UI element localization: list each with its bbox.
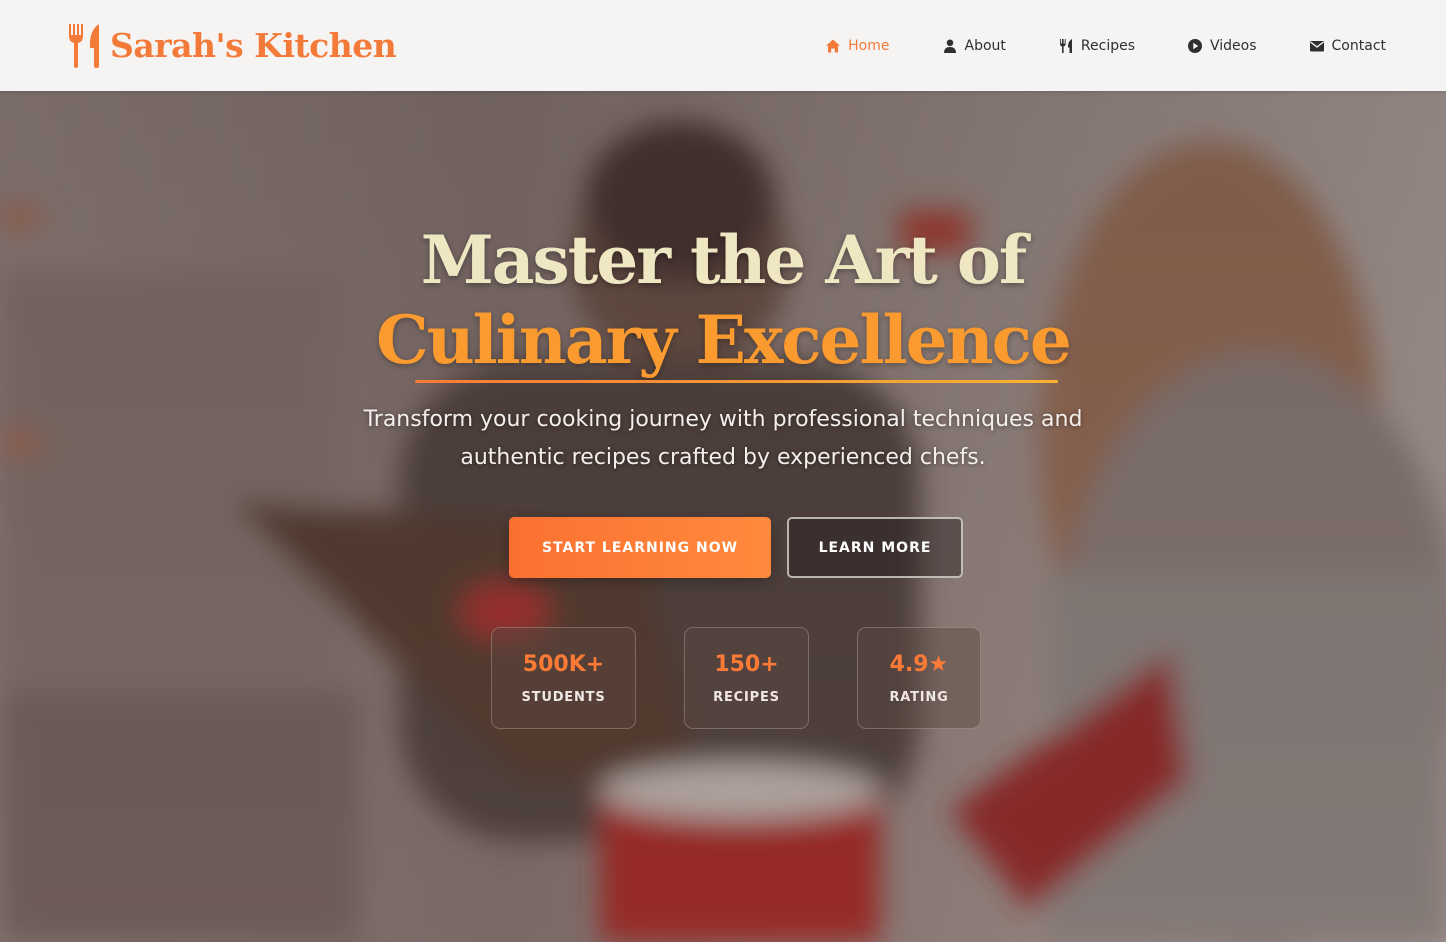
stat-card-rating: 4.9★ RATING	[857, 627, 981, 729]
nav-label-videos: Videos	[1210, 37, 1257, 54]
nav-label-home: Home	[848, 37, 890, 54]
envelope-icon	[1309, 40, 1324, 51]
brand-name: Sarah's Kitchen	[110, 25, 397, 65]
nav-item-about[interactable]: About	[942, 38, 1006, 54]
nav-item-recipes[interactable]: Recipes	[1058, 38, 1135, 54]
main-nav: Home About Recipes Videos Contact	[773, 0, 1386, 91]
hero-content: Master the Art of Culinary Excellence Tr…	[0, 91, 1446, 942]
learn-more-button[interactable]: LEARN MORE	[787, 517, 963, 578]
hero-subtitle: Transform your cooking journey with prof…	[363, 407, 1083, 470]
stat-card-recipes: 150+ RECIPES	[684, 627, 809, 729]
nav-item-contact[interactable]: Contact	[1309, 38, 1386, 54]
stat-label: RECIPES	[713, 689, 780, 705]
stat-label: RATING	[889, 689, 949, 705]
hero-section: Master the Art of Culinary Excellence Tr…	[0, 91, 1446, 942]
play-circle-icon	[1188, 38, 1202, 53]
site-header: Sarah's Kitchen Home About Recipes Video…	[0, 0, 1446, 91]
utensils-icon	[1059, 38, 1072, 53]
brand-logo[interactable]: Sarah's Kitchen	[66, 22, 397, 68]
stat-value: 500K+	[522, 651, 605, 677]
start-learning-button[interactable]: START LEARNING NOW	[509, 517, 771, 578]
hero-title-line2: Culinary Excellence	[376, 301, 1072, 379]
stat-card-students: 500K+ STUDENTS	[491, 627, 636, 729]
title-underline	[415, 380, 1058, 383]
nav-label-contact: Contact	[1331, 37, 1386, 54]
nav-label-recipes: Recipes	[1080, 37, 1135, 54]
home-icon	[826, 39, 841, 52]
hero-title-line1: Master the Art of	[420, 221, 1028, 299]
nav-label-about: About	[964, 37, 1006, 54]
stat-value: 4.9★	[889, 651, 949, 677]
nav-item-home[interactable]: Home	[825, 37, 890, 54]
user-icon	[943, 39, 956, 53]
utensils-icon	[69, 24, 99, 68]
stat-label: STUDENTS	[521, 689, 606, 705]
stat-value: 150+	[714, 651, 779, 677]
nav-item-videos[interactable]: Videos	[1187, 38, 1257, 54]
